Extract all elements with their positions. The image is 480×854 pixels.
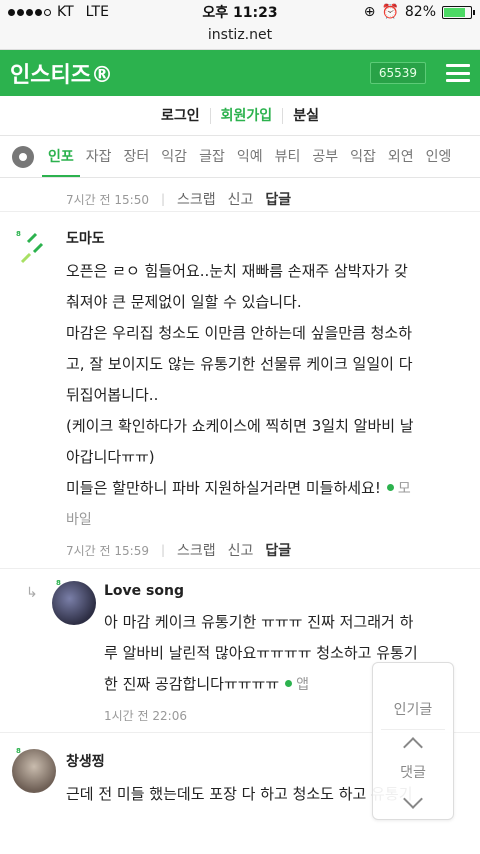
signup-link[interactable]: 회원가입	[211, 107, 284, 124]
comment-line: 고, 잘 보이지도 않는 유통기한 선물류 케이크 일일이 다	[66, 355, 413, 373]
comment-line: 뒤집어봅니다..	[66, 386, 159, 404]
svg-text:8: 8	[16, 230, 21, 238]
avatar[interactable]	[12, 749, 56, 793]
reply-arrow-icon: ↳	[26, 585, 38, 601]
url-bar[interactable]: instiz.net	[0, 24, 480, 50]
comment-line: 오픈은 ㄹㅇ 힘들어요..눈치 재빠름 손재주 삼박자가 갖	[66, 262, 408, 280]
tab-info[interactable]: 인포	[42, 136, 80, 177]
battery-percent: 82%	[404, 4, 436, 20]
floating-nav-panel: 인기글 댓글	[372, 662, 454, 820]
chevron-down-icon[interactable]	[403, 789, 423, 809]
comment-line: 춰져야 큰 문제없이 일할 수 있습니다.	[66, 293, 302, 311]
avatar[interactable]	[52, 581, 96, 625]
comment-line: (케이크 확인하다가 쇼케이스에 찍히면 3일치 알바비 날	[66, 417, 414, 435]
app-tag: 앱	[296, 677, 310, 693]
report-button[interactable]: 신고	[228, 540, 254, 560]
status-bar: KT LTE 오후 11:23 ⊕ ⏰ 82%	[0, 0, 480, 24]
scrap-button[interactable]: 스크랩	[177, 189, 216, 209]
alarm-icon: ⏰	[381, 4, 399, 20]
tab-9[interactable]: 익잡	[344, 136, 382, 177]
comment-author[interactable]: Love song	[104, 583, 464, 599]
previous-comment-meta: 7시간 전 15:50 | 스크랩 신고 답글	[0, 178, 480, 212]
category-tabs: 인포 자잡 장터 익감 글잡 익예 뷰티 공부 익잡 외연 인엥	[0, 136, 480, 178]
online-count-badge[interactable]: 65539	[369, 62, 426, 84]
mobile-tag: 모	[397, 481, 411, 497]
meta-divider: |	[160, 543, 166, 557]
tab-5[interactable]: 글잡	[193, 136, 231, 177]
comment-time: 1시간 전 22:06	[104, 709, 187, 723]
site-header: 인스티즈® 65539	[0, 50, 480, 96]
comment-line-text: 미들은 할만하니 파바 지원하실거라면 미들하세요!	[66, 479, 381, 497]
auth-links: 로그인 회원가입 분실	[0, 96, 480, 136]
tab-8[interactable]: 공부	[306, 136, 344, 177]
comment-line: 아갑니다ㅠㅠ)	[66, 448, 155, 466]
network-label: LTE	[85, 4, 109, 20]
tab-7[interactable]: 뷰티	[269, 136, 307, 177]
reply-button[interactable]: 답글	[265, 189, 291, 209]
login-link[interactable]: 로그인	[151, 107, 211, 124]
lost-account-link[interactable]: 분실	[283, 108, 329, 124]
hamburger-menu-icon[interactable]	[446, 64, 470, 82]
level-badge-icon: 8	[16, 747, 21, 755]
rotation-lock-icon: ⊕	[363, 4, 376, 20]
report-button[interactable]: 신고	[228, 189, 254, 209]
tab-4[interactable]: 익감	[155, 136, 193, 177]
mobile-dot-icon	[386, 484, 394, 491]
carrier-label: KT	[57, 4, 74, 20]
gear-icon[interactable]	[12, 145, 34, 168]
tab-10[interactable]: 외연	[382, 136, 420, 177]
tab-2[interactable]: 자잡	[80, 136, 118, 177]
comment-time: 7시간 전 15:59	[66, 543, 149, 558]
comment-meta: 7시간 전 15:59 | 스크랩 신고 답글	[66, 540, 464, 560]
comment-line: 마감은 우리집 청소도 이만큼 안하는데 싶을만큼 청소하	[66, 324, 413, 342]
status-left: KT LTE	[8, 4, 109, 20]
reply-button[interactable]: 답글	[265, 540, 291, 560]
comment-line-text: 한 진짜 공감합니다ㅠㅠㅠㅠ	[104, 675, 280, 693]
panel-divider	[381, 729, 445, 730]
level-icon: 8	[16, 230, 44, 264]
status-right: ⊕ ⏰ 82%	[363, 4, 475, 20]
signal-strength-icon	[8, 8, 51, 16]
tab-6[interactable]: 익예	[231, 136, 269, 177]
scrap-button[interactable]: 스크랩	[177, 540, 216, 560]
comment-line: 아 마감 케이크 유통기한 ㅠㅠㅠ 진짜 저그래거 하	[104, 613, 414, 631]
comment-author[interactable]: 도마도	[66, 228, 464, 248]
comments-jump-button[interactable]: 댓글	[373, 762, 453, 782]
level-badge-icon: 8	[56, 579, 61, 587]
chevron-up-icon[interactable]	[403, 737, 423, 757]
popular-posts-button[interactable]: 인기글	[373, 699, 453, 719]
comment-body: 오픈은 ㄹㅇ 힘들어요..눈치 재빠름 손재주 삼박자가 갖 춰져야 큰 문제없…	[66, 256, 464, 536]
tab-3[interactable]: 장터	[118, 136, 156, 177]
comment-item: 8 도마도 오픈은 ㄹㅇ 힘들어요..눈치 재빠름 손재주 삼박자가 갖 춰져야…	[0, 212, 480, 569]
comment-time: 7시간 전 15:50	[66, 192, 149, 207]
tab-11[interactable]: 인엥	[420, 136, 458, 177]
battery-icon	[442, 5, 475, 19]
comment-line: 미들은 할만하니 파바 지원하실거라면 미들하세요! 모	[66, 473, 464, 505]
app-dot-icon	[285, 680, 293, 687]
meta-divider: |	[160, 192, 166, 206]
site-logo[interactable]: 인스티즈®	[10, 57, 113, 89]
mobile-tag-continued: 바일	[66, 512, 92, 528]
